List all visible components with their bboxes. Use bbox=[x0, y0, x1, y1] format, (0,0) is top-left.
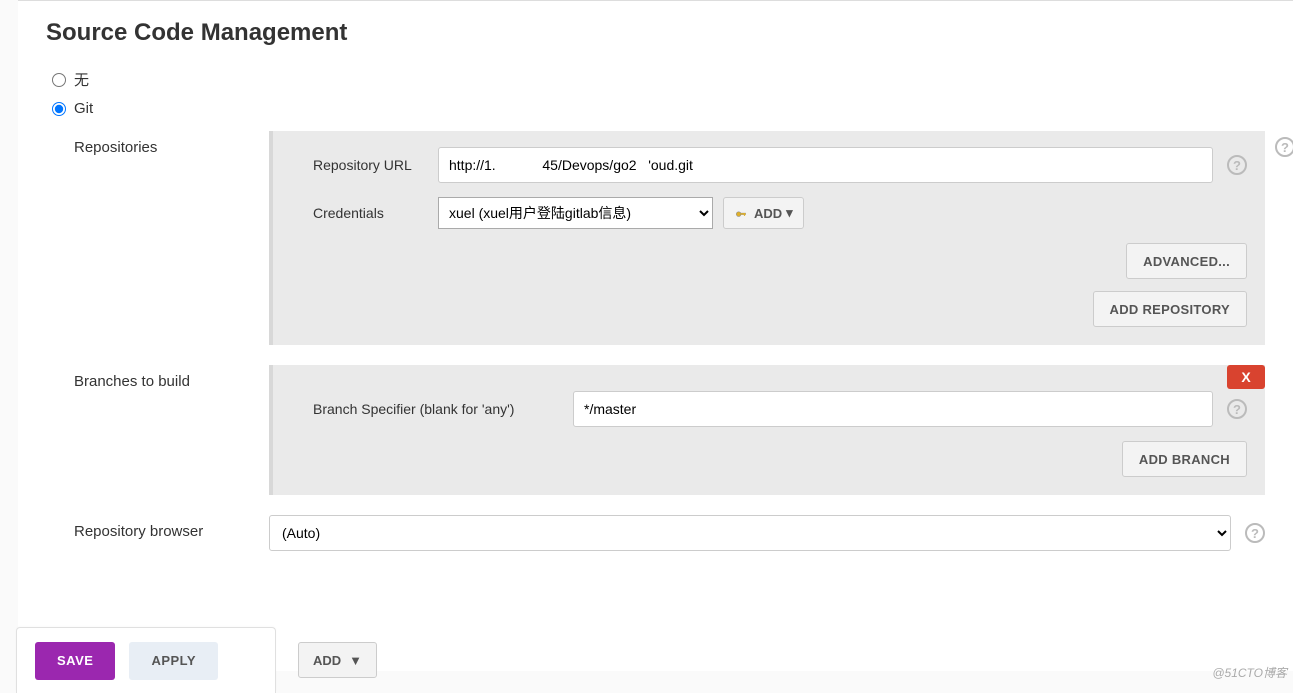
add-credentials-button[interactable]: ADD ▾ bbox=[723, 197, 804, 229]
credentials-select[interactable]: xuel (xuel用户登陆gitlab信息) bbox=[438, 197, 713, 229]
footer-action-bar: SAVE APPLY bbox=[16, 627, 276, 693]
section-title: Source Code Management bbox=[46, 19, 1265, 47]
branches-label: Branches to build bbox=[74, 365, 269, 390]
repo-url-input[interactable] bbox=[438, 147, 1213, 183]
credentials-label: Credentials bbox=[313, 205, 438, 221]
chevron-down-icon: ▾ bbox=[786, 205, 793, 221]
branch-specifier-label: Branch Specifier (blank for 'any') bbox=[313, 401, 573, 417]
repo-browser-select[interactable]: (Auto) bbox=[269, 515, 1231, 551]
repository-config-block: Repository URL ? Credentials xuel (xuel用… bbox=[269, 131, 1265, 345]
help-icon[interactable]: ? bbox=[1227, 155, 1247, 175]
apply-button[interactable]: APPLY bbox=[129, 642, 218, 680]
delete-branch-button[interactable]: X bbox=[1227, 365, 1265, 389]
additional-add-label: ADD bbox=[313, 653, 341, 668]
repo-browser-row: Repository browser (Auto) ? bbox=[74, 515, 1265, 551]
radio-git-label: Git bbox=[74, 100, 93, 117]
add-repository-button[interactable]: ADD REPOSITORY bbox=[1093, 291, 1248, 327]
add-branch-button[interactable]: ADD BRANCH bbox=[1122, 441, 1247, 477]
git-config-body: Repositories Repository URL ? Credential… bbox=[74, 131, 1265, 551]
radio-none-input[interactable] bbox=[52, 73, 66, 87]
branch-config-block: X Branch Specifier (blank for 'any') ? A… bbox=[269, 365, 1265, 495]
repositories-row: Repositories Repository URL ? Credential… bbox=[74, 131, 1265, 345]
radio-none-label: 无 bbox=[74, 69, 89, 90]
additional-add-button[interactable]: ADD ▼ bbox=[298, 642, 377, 678]
key-icon bbox=[734, 206, 748, 220]
advanced-button[interactable]: ADVANCED... bbox=[1126, 243, 1247, 279]
help-icon[interactable]: ? bbox=[1275, 137, 1293, 157]
branches-row: Branches to build X Branch Specifier (bl… bbox=[74, 365, 1265, 495]
repositories-label: Repositories bbox=[74, 131, 269, 156]
repo-browser-label: Repository browser bbox=[74, 515, 269, 540]
scm-section-panel: Source Code Management 无 Git Repositorie… bbox=[18, 0, 1293, 671]
scm-radio-none[interactable]: 无 bbox=[52, 69, 1265, 90]
radio-git-input[interactable] bbox=[52, 102, 66, 116]
chevron-down-icon: ▼ bbox=[349, 653, 362, 668]
watermark-text: @51CTO博客 bbox=[1212, 664, 1287, 681]
help-icon[interactable]: ? bbox=[1245, 523, 1265, 543]
branch-specifier-input[interactable] bbox=[573, 391, 1213, 427]
save-button[interactable]: SAVE bbox=[35, 642, 115, 680]
scm-radio-git[interactable]: Git bbox=[52, 100, 1265, 117]
add-credentials-label: ADD bbox=[754, 206, 782, 221]
repo-url-label: Repository URL bbox=[313, 157, 438, 173]
help-icon[interactable]: ? bbox=[1227, 399, 1247, 419]
